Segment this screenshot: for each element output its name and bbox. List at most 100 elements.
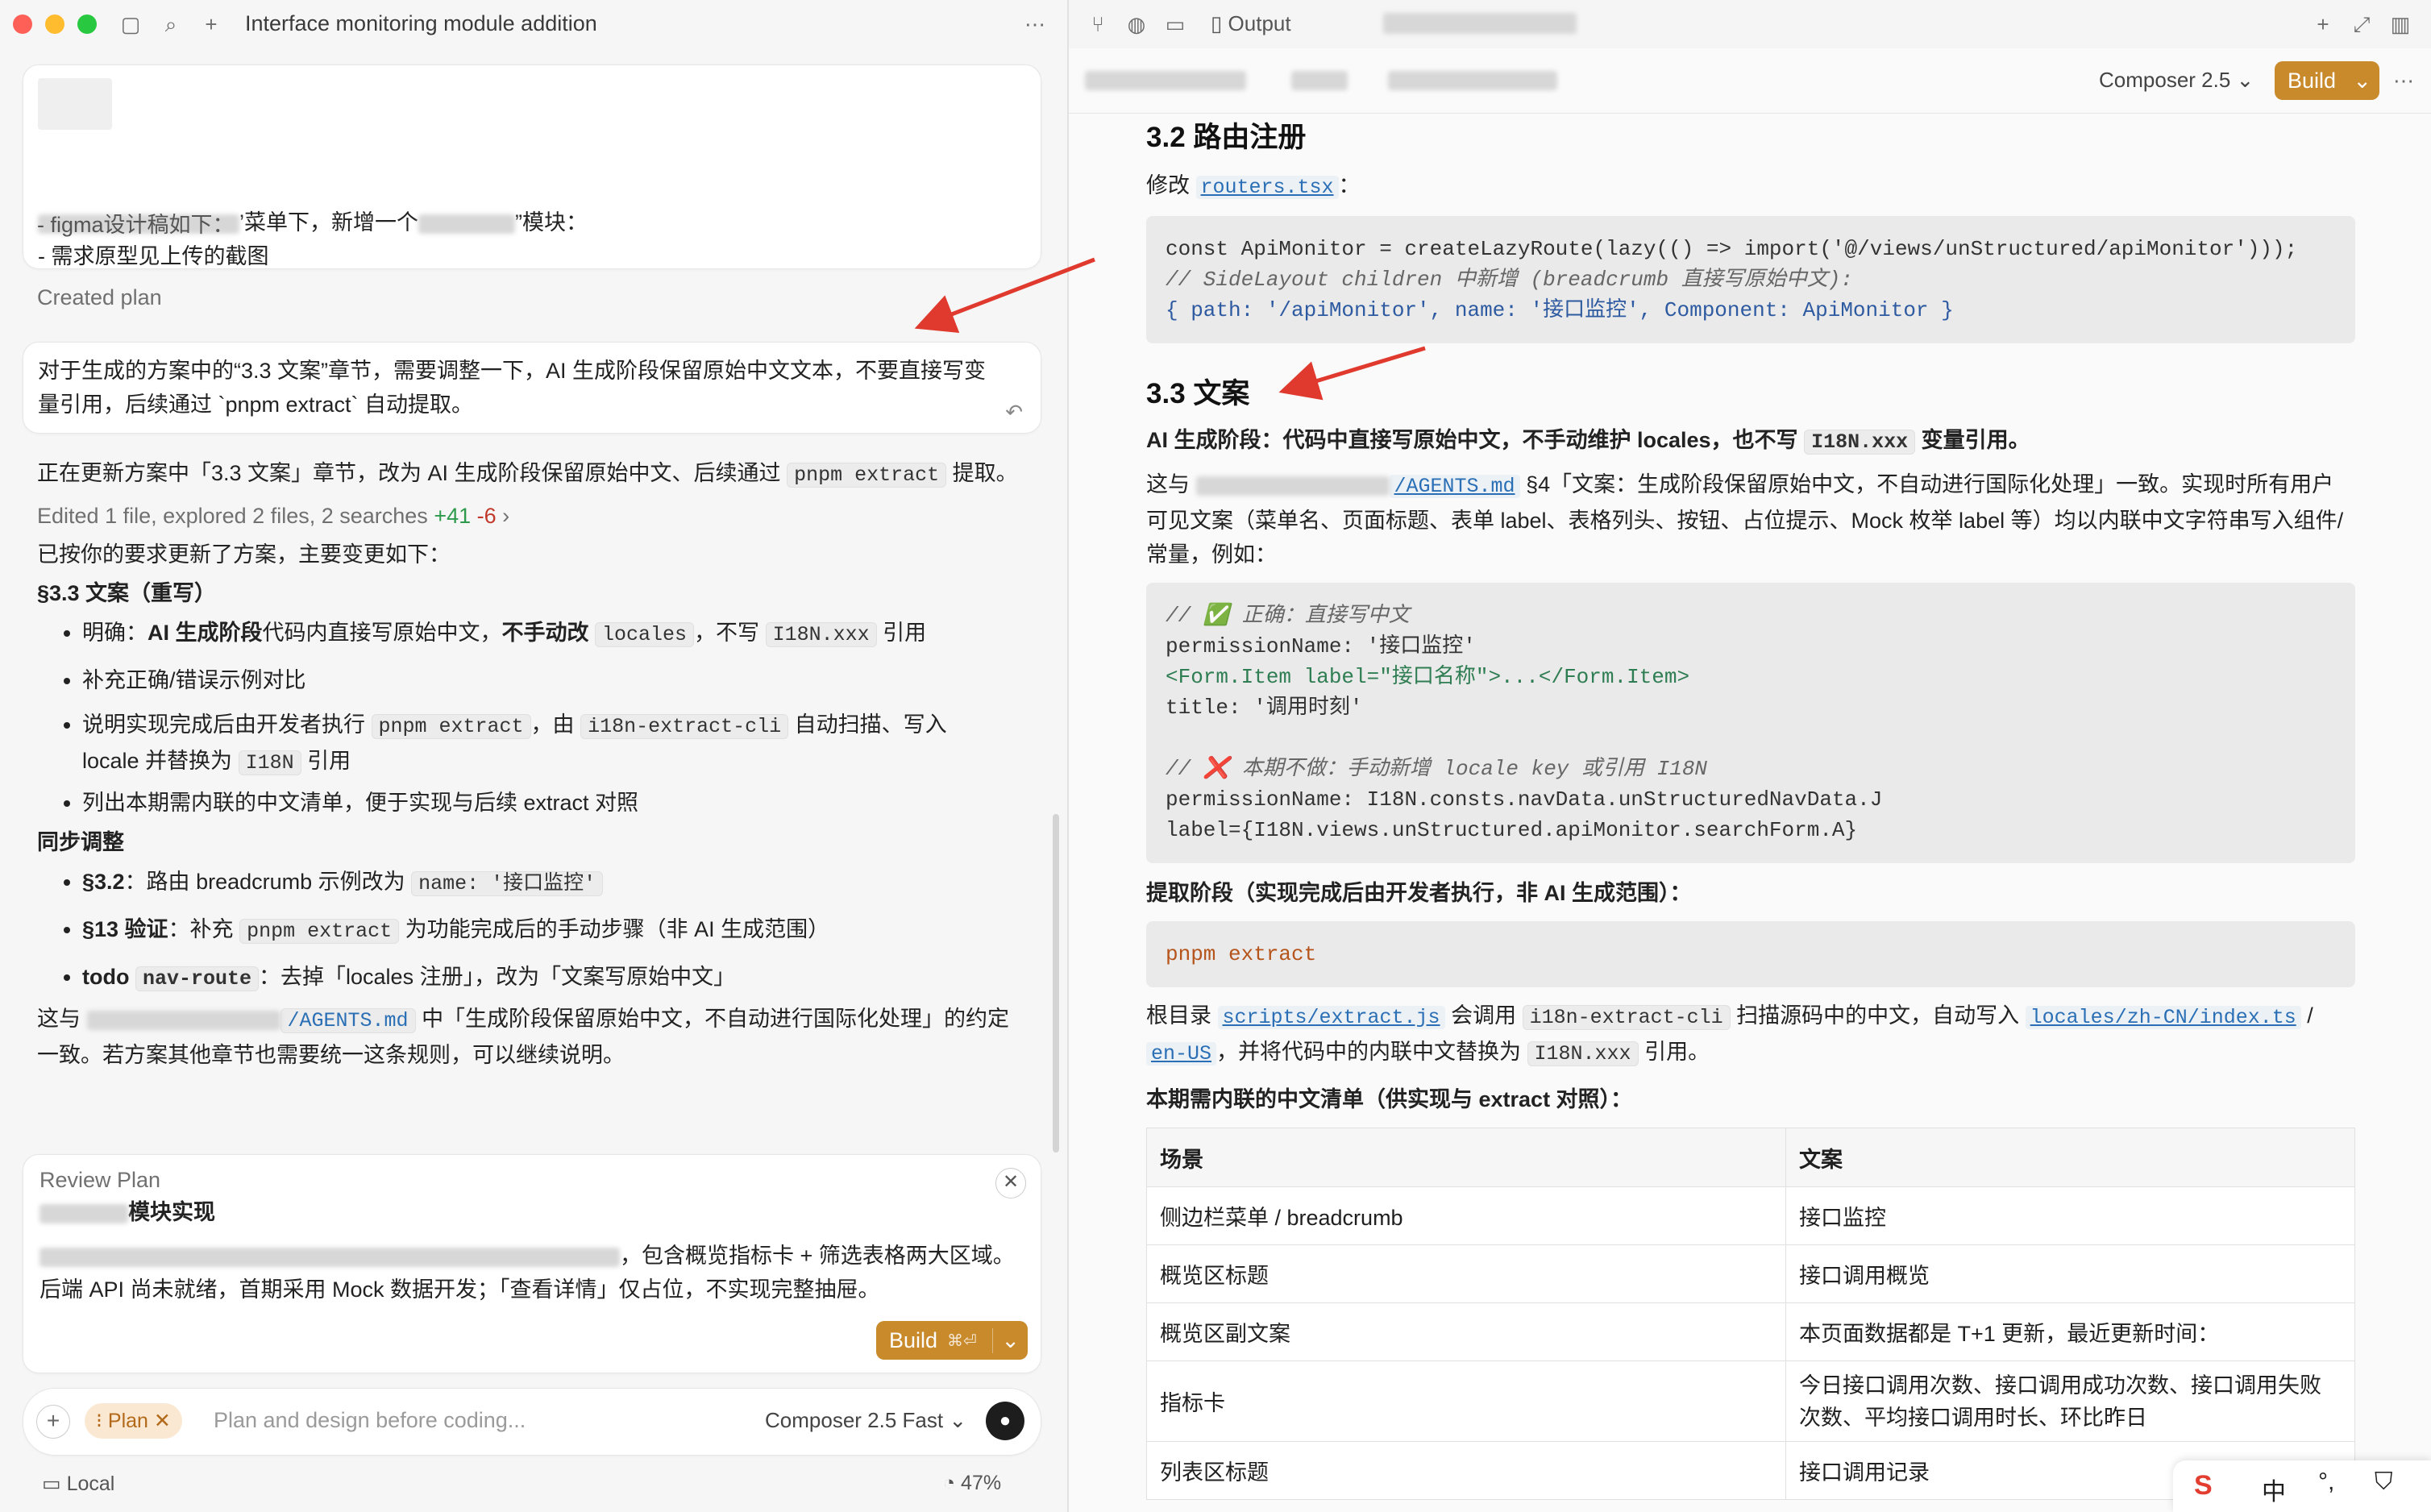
copy-table: 场景 文案 侧边栏菜单 / breadcrumb 接口监控 概览区标题 接口调用概览… <box>1146 1128 2355 1500</box>
left-title-bar: ▢ ⌕ + Interface monitoring module additi… <box>0 0 1067 48</box>
ime-skin-icon[interactable]: ⛉ <box>2375 1468 2393 1496</box>
table-row: 侧边栏菜单 / breadcrumb 接口监控 <box>1146 1186 2355 1245</box>
ai-stage-line: AI 生成阶段：代码中直接写原始中文，不手动维护 locales，也不写 I18… <box>1146 428 2030 455</box>
branch-icon[interactable]: ⑂ <box>1085 11 1111 37</box>
table-row: 概览区副文案 本页面数据都是 T+1 更新，最近更新时间： <box>1146 1302 2355 1361</box>
redacted-text <box>1195 476 1390 496</box>
list-item: 说明实现完成后由开发者执行 pnpm extract，由 i18n-extrac… <box>82 703 1028 780</box>
message-text: - 需求原型见上传的截图 <box>38 244 269 268</box>
code-block: // ✅ 正确：直接写中文 permissionName: '接口监控' <Fo… <box>1146 583 2355 863</box>
output-tab[interactable]: ▯ Output <box>1211 11 1291 36</box>
scrollbar[interactable] <box>1053 814 1059 1153</box>
add-icon[interactable]: + <box>36 1405 70 1439</box>
minimize-window-button[interactable] <box>45 15 64 34</box>
model-selector[interactable]: Composer 2.5 Fast ⌄ <box>765 1408 966 1433</box>
revert-icon[interactable]: ↶ <box>1005 400 1023 425</box>
closing-text: 这与 /AGENTS.md 中「生成阶段保留原始中文，不自动进行国际化处理」的约… <box>37 1007 1010 1067</box>
search-icon[interactable]: ⌕ <box>158 11 184 37</box>
section-heading: 3.2 路由注册 <box>1146 122 1307 153</box>
user-message-card[interactable]: 对于生成的方案中的“3.3 文案”章节，需要调整一下，AI 生成阶段保留原始中文… <box>23 342 1041 434</box>
redacted-tab[interactable] <box>1383 13 1577 34</box>
add-tab-icon[interactable]: + <box>2310 11 2336 37</box>
list-item: §3.2：路由 breadcrumb 示例改为 name: '接口监控' <box>82 859 1028 907</box>
table-cell: 接口调用概览 <box>1785 1244 2355 1303</box>
sidebar-toggle-icon[interactable]: ▢ <box>118 11 143 37</box>
ime-toolbar[interactable]: S 中 °, ⛉ <box>2173 1460 2431 1512</box>
table-row: 概览区标题 接口调用概览 <box>1146 1244 2355 1303</box>
paragraph: 这与 /AGENTS.md §4「文案：生成阶段保留原始中文，不自动进行国际化处… <box>1146 472 2344 567</box>
chevron-down-icon[interactable]: ⌄ <box>992 1327 1020 1353</box>
change-list: 明确：AI 生成阶段代码内直接写原始中文，不手动改 locales，不写 I18… <box>37 610 1028 825</box>
chat-pane: ▢ ⌕ + Interface monitoring module additi… <box>0 0 1069 1512</box>
close-icon[interactable]: ✕ <box>995 1168 1026 1198</box>
section-heading: §3.3 文案（重写） <box>37 581 217 605</box>
user-message-text: 对于生成的方案中的“3.3 文案”章节，需要调整一下，AI 生成阶段保留原始中文… <box>38 359 987 417</box>
redacted-text <box>86 1010 280 1030</box>
table-cell: 列表区标题 <box>1146 1441 1786 1500</box>
edited-summary[interactable]: Edited 1 file, explored 2 files, 2 searc… <box>37 499 1028 533</box>
local-indicator[interactable]: ▭ Local <box>42 1472 114 1496</box>
list-heading: 本期需内联的中文清单（供实现与 extract 对照）： <box>1146 1087 1633 1111</box>
redacted-text <box>39 1203 128 1223</box>
plan-description: ，包含概览指标卡 + 筛选表格两大区域。后端 API 尚未就绪，首期采用 Moc… <box>39 1244 1015 1302</box>
more-options-icon[interactable]: ⋯ <box>2391 68 2416 93</box>
context-progress: ◔ 47% <box>943 1472 1002 1494</box>
microphone-icon[interactable]: ● <box>986 1402 1024 1440</box>
ime-punctuation-icon[interactable]: °, <box>2318 1468 2334 1496</box>
new-chat-icon[interactable]: + <box>198 11 224 37</box>
more-options-icon[interactable]: ⋯ <box>1022 11 1048 37</box>
table-header: 文案 <box>1785 1128 2355 1187</box>
sync-list: §3.2：路由 breadcrumb 示例改为 name: '接口监控' §13… <box>37 859 1028 1002</box>
close-window-button[interactable] <box>13 15 32 34</box>
model-selector[interactable]: Composer 2.5 ⌄ <box>2099 68 2254 93</box>
build-button[interactable]: Build ⌄ <box>2275 61 2379 100</box>
list-item: 补充正确/错误示例对比 <box>82 658 1028 703</box>
file-link[interactable]: locales/zh-CN/index.ts <box>2025 1006 2301 1029</box>
attached-image-thumbnail[interactable] <box>38 78 112 130</box>
paragraph: 根目录 scripts/extract.js 会调用 i18n-extract-… <box>1146 1003 2313 1066</box>
redacted-breadcrumb[interactable] <box>1291 71 1348 90</box>
extract-heading: 提取阶段（实现完成后由开发者执行，非 AI 生成范围）： <box>1146 881 1692 905</box>
file-link[interactable]: routers.tsx <box>1195 176 1339 199</box>
build-button[interactable]: Build ⌘⏎ ⌄ <box>876 1321 1028 1360</box>
plan-document-pane: ⑂ ◍ ▭ ▯ Output + ⤢ ▥ Composer 2.5 ⌄ Buil… <box>1069 0 2431 1512</box>
modify-line: 修改 routers.tsx： <box>1146 173 1361 199</box>
list-item: todo nav-route：去掉「locales 注册」，改为「文案写原始中文… <box>82 954 1028 1002</box>
section-heading: 同步调整 <box>37 830 124 854</box>
redacted-breadcrumb[interactable] <box>1085 71 1246 90</box>
chevron-right-icon[interactable]: › <box>502 504 509 528</box>
table-header-row: 场景 文案 <box>1146 1128 2355 1187</box>
redacted-text <box>39 1247 620 1267</box>
chevron-down-icon[interactable]: ⌄ <box>2353 69 2371 93</box>
terminal-icon[interactable]: ▭ <box>1162 11 1188 37</box>
expand-icon[interactable]: ⤢ <box>2349 11 2375 37</box>
composer-input-bar: + ⁝ Plan ✕ Plan and design before coding… <box>23 1388 1041 1456</box>
table-cell: 本页面数据都是 T+1 更新，最近更新时间： <box>1785 1302 2355 1361</box>
panel-toggle-icon[interactable]: ▥ <box>2387 11 2413 37</box>
window-title: Interface monitoring module addition <box>245 11 597 35</box>
review-plan-card: Review Plan 模块实现 ✕ ，包含概览指标卡 + 筛选表格两大区域。后… <box>23 1154 1041 1373</box>
ime-language[interactable]: 中 <box>2262 1472 2286 1507</box>
table-cell: 指标卡 <box>1146 1360 1786 1442</box>
file-link[interactable]: /AGENTS.md <box>1389 475 1520 498</box>
table-cell: 接口监控 <box>1785 1186 2355 1245</box>
list-item: 明确：AI 生成阶段代码内直接写原始中文，不手动改 locales，不写 I18… <box>82 610 1028 658</box>
file-link[interactable]: scripts/extract.js <box>1217 1006 1445 1029</box>
message-text: - figma设计稿如下： <box>37 213 235 237</box>
maximize-window-button[interactable] <box>77 15 97 34</box>
table-cell: 今日接口调用次数、接口调用成功次数、接口调用失败次数、平均接口调用时长、环比昨日 <box>1785 1360 2355 1442</box>
table-header: 场景 <box>1146 1128 1786 1187</box>
file-link[interactable]: en-US <box>1146 1042 1217 1065</box>
code-block: const ApiMonitor = createLazyRoute(lazy(… <box>1146 216 2355 343</box>
file-link[interactable]: /AGENTS.md <box>280 1008 416 1033</box>
globe-icon[interactable]: ◍ <box>1124 11 1149 37</box>
section-heading: 3.3 文案 <box>1146 378 1250 409</box>
plan-mode-chip[interactable]: ⁝ Plan ✕ <box>85 1403 182 1439</box>
composer-input[interactable]: Plan and design before coding... <box>214 1408 526 1433</box>
right-toolbar: ⑂ ◍ ▭ ▯ Output + ⤢ ▥ <box>1069 0 2431 49</box>
list-item: 列出本期需内联的中文清单，便于实现与后续 extract 对照 <box>82 780 1028 825</box>
list-item: §13 验证：补充 pnpm extract 为功能完成后的手动步骤（非 AI … <box>82 907 1028 954</box>
redacted-breadcrumb[interactable] <box>1388 71 1557 90</box>
code-block: pnpm extract <box>1146 921 2355 987</box>
table-cell: 侧边栏菜单 / breadcrumb <box>1146 1186 1786 1245</box>
